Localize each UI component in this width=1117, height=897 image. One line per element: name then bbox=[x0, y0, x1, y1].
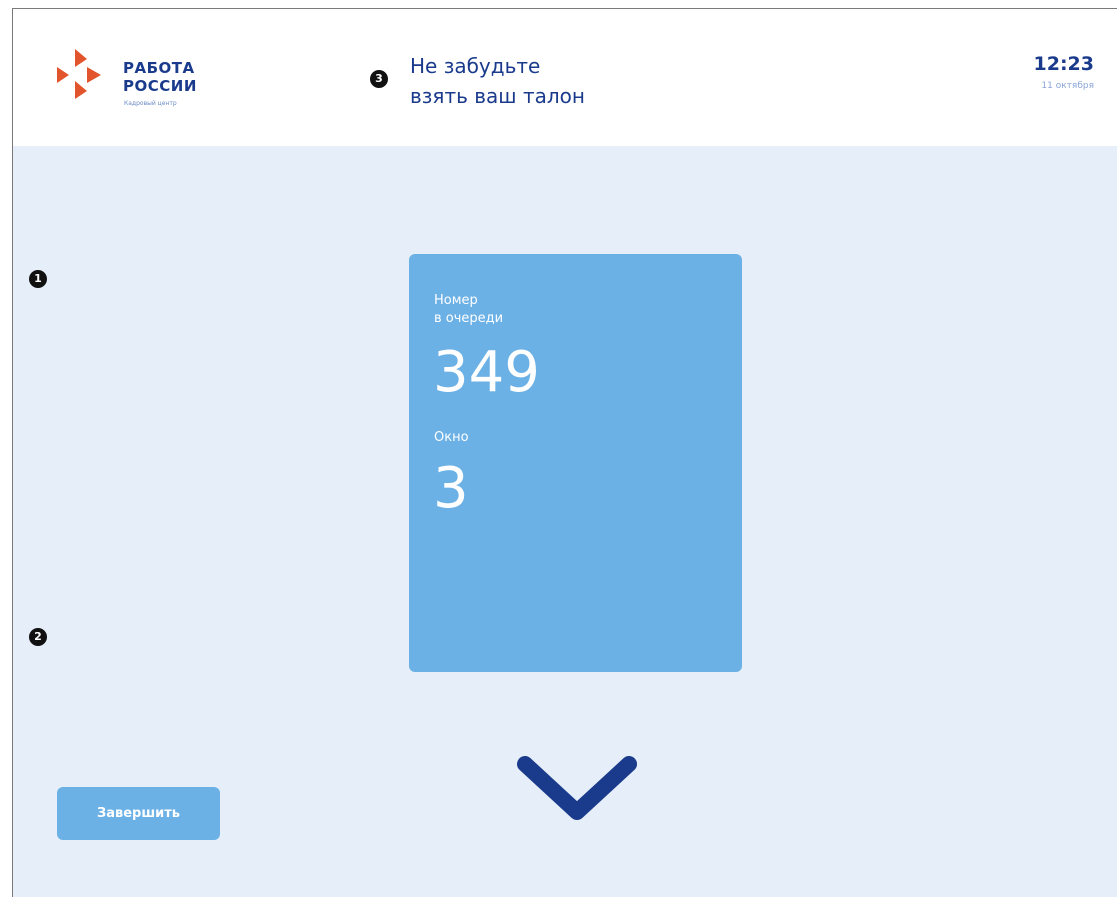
window-label: Окно bbox=[434, 430, 469, 445]
queue-label-line2: в очереди bbox=[434, 311, 504, 326]
annotation-marker-2: 2 bbox=[29, 628, 47, 646]
queue-number-label: Номер в очереди bbox=[434, 292, 503, 328]
logo-line1: РАБОТА bbox=[123, 59, 195, 77]
annotation-marker-3: 3 bbox=[370, 70, 388, 88]
clock-time: 12:23 bbox=[1033, 53, 1094, 75]
header: РАБОТА РОССИИ Кадровый центр 3 Не забудь… bbox=[13, 9, 1117, 146]
queue-number: 349 bbox=[433, 340, 540, 405]
reminder-line1: Не забудьте bbox=[410, 54, 541, 78]
arrows-logo-icon bbox=[57, 49, 101, 99]
clock-date: 11 октября bbox=[1041, 81, 1094, 91]
reminder-text: Не забудьте взять ваш талон bbox=[410, 51, 585, 111]
chevron-down-icon bbox=[517, 756, 637, 820]
finish-button[interactable]: Завершить bbox=[57, 787, 220, 840]
logo-subtitle: Кадровый центр bbox=[124, 100, 177, 107]
annotation-marker-1: 1 bbox=[29, 270, 47, 288]
window-number: 3 bbox=[433, 456, 469, 521]
reminder-line2: взять ваш талон bbox=[410, 84, 585, 108]
clock: 12:23 11 октября bbox=[1034, 53, 1094, 91]
logo: РАБОТА РОССИИ Кадровый центр bbox=[53, 47, 243, 119]
kiosk-screen: РАБОТА РОССИИ Кадровый центр 3 Не забудь… bbox=[12, 8, 1117, 897]
queue-label-line1: Номер bbox=[434, 293, 478, 308]
logo-line2: РОССИИ bbox=[123, 77, 197, 95]
queue-ticket-card: Номер в очереди 349 Окно 3 bbox=[409, 254, 742, 672]
